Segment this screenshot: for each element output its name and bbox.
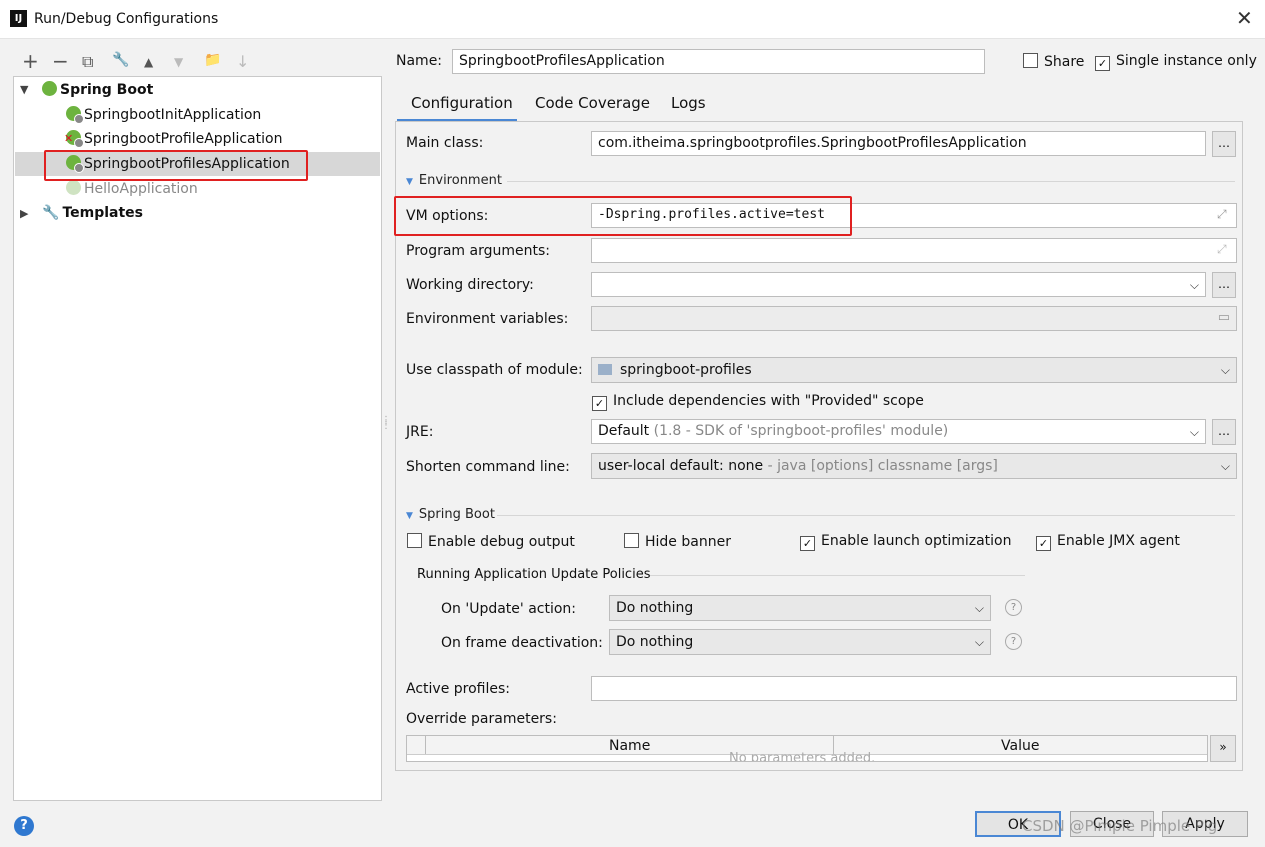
hide-banner-checkbox[interactable]: Hide banner xyxy=(624,533,731,550)
expand-field-icon[interactable]: ⤢ xyxy=(1217,207,1227,222)
expand-table-button[interactable]: » xyxy=(1210,735,1236,762)
environment-variables-input[interactable]: ▭ xyxy=(591,306,1237,331)
spring-app-error-icon: ✕ xyxy=(64,130,84,148)
copy-icon[interactable]: ⧉ xyxy=(82,52,93,72)
tree-item[interactable]: SpringbootInitApplication xyxy=(66,103,261,127)
tab-code-coverage[interactable]: Code Coverage xyxy=(535,94,650,112)
spring-app-icon xyxy=(66,106,84,124)
wrench-icon[interactable]: 🔧 xyxy=(112,52,129,68)
wrench-icon: 🔧 xyxy=(42,205,60,221)
launch-optimization-checkbox[interactable]: ✓ Enable launch optimization xyxy=(800,533,1011,551)
move-up-icon[interactable]: ▲ xyxy=(144,55,153,69)
chevron-down-icon: ⌵ xyxy=(1220,459,1230,473)
section-separator xyxy=(507,181,1235,182)
program-arguments-label: Program arguments: xyxy=(406,243,550,259)
share-checkbox[interactable]: Share xyxy=(1023,53,1084,70)
working-directory-label: Working directory: xyxy=(406,277,534,293)
watermark-text: CSDN @Pimple Pimple Pig xyxy=(1022,817,1218,835)
highlight-box-selected-config xyxy=(44,150,308,181)
chevron-down-icon: ⌵ xyxy=(1189,425,1199,439)
active-profiles-input[interactable] xyxy=(591,676,1237,701)
name-input[interactable]: SpringbootProfilesApplication xyxy=(452,49,985,74)
browse-jre-button[interactable]: … xyxy=(1212,419,1236,445)
main-class-input[interactable]: com.itheima.springbootprofiles.Springboo… xyxy=(591,131,1206,156)
expand-field-icon[interactable]: ⤢ xyxy=(1217,242,1227,257)
environment-section-header[interactable]: ▼ Environment xyxy=(406,173,502,188)
column-header-name[interactable]: Name xyxy=(609,738,650,754)
section-separator xyxy=(650,575,1025,576)
working-directory-input[interactable]: ⌵ xyxy=(591,272,1206,297)
expand-arrow-icon[interactable]: ▼ xyxy=(20,83,28,96)
on-frame-deactivation-select[interactable]: Do nothing ⌵ xyxy=(609,629,991,655)
window-title: Run/Debug Configurations xyxy=(34,11,219,27)
chevron-down-icon: ⌵ xyxy=(1189,278,1199,292)
include-provided-checkbox[interactable]: ✓ Include dependencies with "Provided" sc… xyxy=(592,393,924,411)
shorten-command-line-select[interactable]: user-local default: none - java [options… xyxy=(591,453,1237,479)
highlight-box-vm-options xyxy=(394,196,852,236)
override-parameters-label: Override parameters: xyxy=(406,711,557,727)
tree-item[interactable]: ✕ SpringbootProfileApplication xyxy=(64,127,282,151)
help-icon[interactable]: ? xyxy=(14,816,34,836)
classpath-module-select[interactable]: springboot-profiles ⌵ xyxy=(591,357,1237,383)
column-header-value[interactable]: Value xyxy=(1001,738,1039,754)
browse-main-class-button[interactable]: … xyxy=(1212,131,1236,157)
update-policies-label: Running Application Update Policies xyxy=(417,567,651,582)
empty-table-text: No parameters added. xyxy=(729,751,876,762)
collapse-arrow-icon[interactable]: ▶ xyxy=(20,207,28,220)
spring-boot-icon xyxy=(42,81,57,96)
folder-icon[interactable]: 📁 xyxy=(204,52,221,68)
remove-icon[interactable]: − xyxy=(52,49,69,73)
sort-icon[interactable]: ↓ xyxy=(236,52,249,71)
main-class-label: Main class: xyxy=(406,135,484,151)
intellij-app-icon: IJ xyxy=(10,10,27,27)
splitter-handle[interactable]: ⋮ ⋮ xyxy=(381,416,391,431)
tree-node-spring-boot[interactable]: Spring Boot xyxy=(42,78,153,102)
classpath-module-label: Use classpath of module: xyxy=(406,362,583,378)
enable-debug-checkbox[interactable]: Enable debug output xyxy=(407,533,575,550)
spring-app-disabled-icon xyxy=(66,180,81,195)
single-instance-checkbox[interactable]: ✓ Single instance only xyxy=(1095,53,1257,71)
environment-variables-label: Environment variables: xyxy=(406,311,569,327)
name-label: Name: xyxy=(396,53,443,69)
override-parameters-table[interactable]: Name Value No parameters added. xyxy=(406,735,1208,762)
jre-select[interactable]: Default (1.8 - SDK of 'springboot-profil… xyxy=(591,419,1206,444)
browse-working-dir-button[interactable]: … xyxy=(1212,272,1236,298)
module-folder-icon xyxy=(598,364,612,375)
spring-boot-section-header[interactable]: ▼ Spring Boot xyxy=(406,507,495,522)
chevron-down-icon: ⌵ xyxy=(974,601,984,615)
add-icon[interactable]: + xyxy=(22,49,39,73)
help-icon[interactable]: ? xyxy=(1005,633,1022,650)
jre-label: JRE: xyxy=(406,424,434,440)
jmx-agent-checkbox[interactable]: ✓ Enable JMX agent xyxy=(1036,533,1180,551)
tab-logs[interactable]: Logs xyxy=(671,94,706,112)
move-down-icon[interactable]: ▼ xyxy=(174,55,183,69)
program-arguments-input[interactable] xyxy=(591,238,1237,263)
tree-node-templates[interactable]: 🔧 Templates xyxy=(42,201,143,225)
shorten-command-line-label: Shorten command line: xyxy=(406,459,570,475)
help-icon[interactable]: ? xyxy=(1005,599,1022,616)
close-window-icon[interactable]: ✕ xyxy=(1236,6,1253,30)
active-profiles-label: Active profiles: xyxy=(406,681,510,697)
on-frame-deactivation-label: On frame deactivation: xyxy=(441,635,603,651)
chevron-down-icon: ⌵ xyxy=(1220,363,1230,377)
on-update-label: On 'Update' action: xyxy=(441,601,577,617)
tab-configuration[interactable]: Configuration xyxy=(411,94,513,112)
config-tree: ▼ Spring Boot SpringbootInitApplication … xyxy=(13,76,382,801)
folder-icon[interactable]: ▭ xyxy=(1218,307,1230,329)
chevron-down-icon: ⌵ xyxy=(974,635,984,649)
on-update-select[interactable]: Do nothing ⌵ xyxy=(609,595,991,621)
section-separator xyxy=(497,515,1235,516)
